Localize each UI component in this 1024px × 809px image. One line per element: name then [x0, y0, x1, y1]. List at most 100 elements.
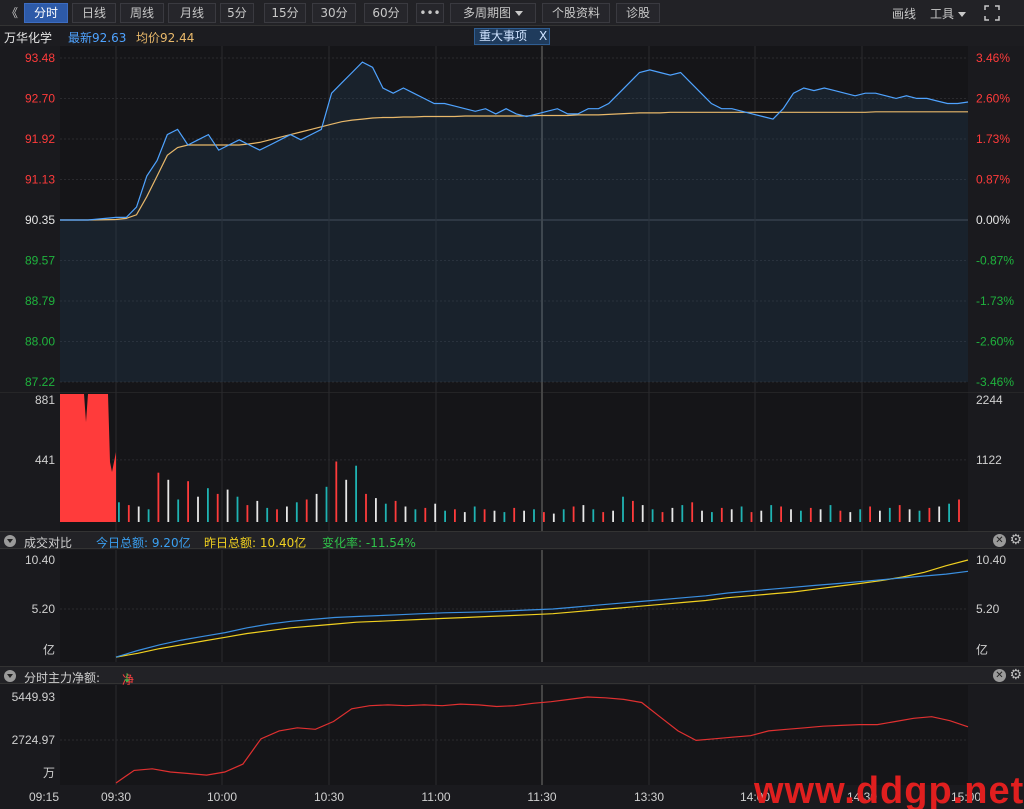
volume-bar: [424, 507, 427, 522]
y-tick-label-left: 5.20: [32, 602, 56, 616]
watermark: www.ddgp.net: [754, 770, 1024, 809]
collapse-icon[interactable]: [4, 535, 16, 547]
volume-bar: [434, 503, 437, 522]
collapse-icon[interactable]: [4, 670, 16, 682]
arrow-down-icon: ↓: [122, 671, 133, 685]
volume-bar: [720, 507, 723, 522]
volume-bar: [236, 496, 239, 522]
fullscreen-icon[interactable]: [984, 5, 1000, 21]
volume-bar: [582, 505, 585, 522]
volume-bar: [355, 465, 357, 522]
volume-bar: [562, 509, 565, 522]
y-tick-label-left: 5449.93: [12, 690, 56, 704]
volume-bar: [632, 500, 634, 522]
volume-bar: [483, 509, 486, 522]
y-tick-label-right: 0.87%: [976, 173, 1010, 187]
stock-info-row: 万华化学 最新92.63 均价92.44 重大事项 X ↶⊕⊖▢: [0, 26, 1024, 46]
price-chart[interactable]: 93.48 3.46% 92.70 2.60% 91.92 1.73% 91.13 0.87%…: [0, 46, 1024, 392]
volume-bar: [552, 513, 555, 522]
volume-bar: [602, 512, 605, 522]
volume-bar: [622, 496, 624, 522]
volume-bar: [740, 506, 743, 522]
gear-icon[interactable]: ⚙: [1009, 532, 1022, 548]
net-flow-title: 分时主力净额:: [24, 671, 101, 685]
more-button[interactable]: •••: [416, 3, 444, 23]
y-tick-label-left: 90.35: [25, 213, 55, 227]
multi-period-label: 多周期图: [462, 6, 511, 20]
volume-bar: [286, 506, 288, 522]
volume-bar: [335, 461, 338, 522]
turnover-compare-chart[interactable]: 10.40 5.20 亿 10.40 5.20 亿: [0, 550, 1024, 662]
today-total: 今日总额: 9.20亿: [96, 536, 191, 550]
tab-intraday[interactable]: 分时: [24, 3, 68, 23]
volume-bar: [661, 512, 664, 522]
volume-bar: [681, 505, 684, 522]
volume-bar: [928, 507, 931, 522]
tools-dropdown[interactable]: 工具: [930, 5, 967, 22]
multi-period-dropdown[interactable]: 多周期图: [450, 3, 536, 23]
volume-bar: [187, 481, 189, 522]
close-icon[interactable]: ✕: [993, 534, 1006, 547]
volume-bar: [543, 512, 545, 522]
tools-label: 工具: [930, 7, 955, 21]
turnover-compare-header: 成交对比 今日总额: 9.20亿 昨日总额: 10.40亿 变化率: -11.5…: [0, 531, 1024, 550]
y-tick-label-left: 441: [35, 453, 55, 467]
back-button[interactable]: 《: [6, 4, 18, 21]
tab-30min[interactable]: 30分: [312, 3, 356, 23]
volume-bar: [691, 502, 694, 522]
draw-line-button[interactable]: 画线: [892, 5, 916, 22]
volume-bar: [147, 509, 150, 522]
y-tick-label-left: 10.40: [25, 553, 55, 567]
tab-daily[interactable]: 日线: [72, 3, 116, 23]
major-event-tag[interactable]: 重大事项 X: [474, 28, 550, 45]
tab-5min[interactable]: 5分: [220, 3, 254, 23]
y-tick-label-left: 88.00: [25, 335, 55, 349]
close-icon[interactable]: X: [539, 29, 547, 44]
tab-60min[interactable]: 60分: [364, 3, 408, 23]
y-tick-label-left: 88.79: [25, 294, 55, 308]
volume-bar: [938, 506, 941, 522]
tab-15min[interactable]: 15分: [264, 3, 306, 23]
y-tick-label-right: 2244: [976, 393, 1003, 407]
volume-bar: [948, 503, 950, 522]
volume-bar: [325, 486, 328, 522]
close-icon[interactable]: ✕: [993, 669, 1006, 682]
tab-weekly[interactable]: 周线: [120, 3, 164, 23]
turnover-plot-bg: [60, 550, 968, 662]
volume-bar: [849, 512, 852, 522]
gear-icon[interactable]: ⚙: [1009, 667, 1022, 683]
volume-bar: [780, 506, 782, 522]
x-tick-label: 09:15: [29, 790, 59, 804]
volume-bar: [207, 488, 209, 522]
volume-bar: [197, 496, 199, 522]
volume-bar: [908, 509, 911, 522]
volume-bar: [612, 510, 614, 522]
volume-bar: [671, 507, 674, 522]
volume-bar: [592, 509, 595, 522]
volume-bar: [493, 510, 496, 522]
y-tick-label-left: 93.48: [25, 51, 55, 65]
x-tick-label: 09:30: [101, 790, 131, 804]
top-toolbar: 《 分时 日线 周线 月线 5分 15分 30分 60分 ••• 多周期图 个股…: [0, 0, 1024, 26]
volume-bar: [226, 489, 229, 522]
volume-bar: [572, 506, 575, 522]
stock-info-button[interactable]: 个股资料: [542, 3, 610, 23]
volume-bar: [414, 509, 417, 522]
yesterday-total: 昨日总额: 10.40亿: [204, 536, 307, 550]
y-tick-label-right: -2.60%: [976, 335, 1014, 349]
volume-bar: [760, 510, 763, 522]
volume-bar: [533, 509, 535, 522]
volume-bar: [177, 499, 180, 522]
volume-bar: [157, 472, 160, 522]
volume-chart[interactable]: 881 441 2244 1122: [0, 392, 1024, 532]
y-tick-label-left: 91.92: [25, 132, 55, 146]
diagnose-button[interactable]: 诊股: [616, 3, 660, 23]
volume-bar: [898, 505, 901, 522]
tab-monthly[interactable]: 月线: [168, 3, 216, 23]
major-event-label: 重大事项: [479, 29, 528, 43]
volume-bar: [384, 503, 387, 522]
y-tick-label-right: 2.60%: [976, 92, 1010, 106]
y-tick-label-right: -3.46%: [976, 375, 1014, 389]
volume-bar: [216, 493, 219, 522]
volume-bar: [256, 500, 259, 522]
